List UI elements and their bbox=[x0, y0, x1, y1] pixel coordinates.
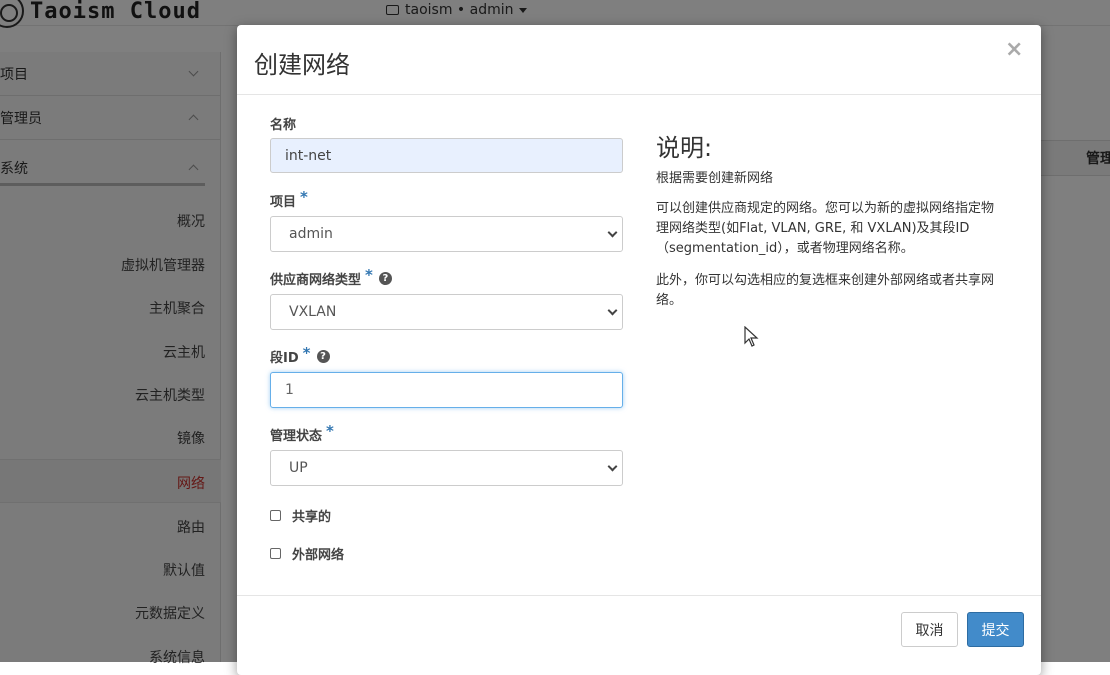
required-marker: * bbox=[300, 187, 308, 206]
external-checkbox-label[interactable]: 外部网络 bbox=[292, 544, 344, 563]
provider-type-label-text: 供应商网络类型 bbox=[270, 273, 362, 288]
chevron-down-icon bbox=[607, 305, 618, 316]
external-checkbox-row[interactable]: 外部网络 bbox=[270, 544, 344, 563]
shared-checkbox[interactable] bbox=[270, 510, 281, 521]
project-label-text: 项目 bbox=[270, 195, 297, 210]
description-paragraph-3: 此外，你可以勾选相应的复选框来创建外部网络或者共享网络。 bbox=[656, 273, 995, 308]
help-icon[interactable]: ? bbox=[378, 272, 392, 285]
segment-id-label-text: 段ID bbox=[270, 351, 299, 366]
help-icon[interactable]: ? bbox=[316, 350, 330, 363]
project-select-value: admin bbox=[289, 226, 333, 242]
admin-state-label: 管理状态 * bbox=[270, 421, 334, 445]
required-marker: * bbox=[326, 421, 334, 440]
project-select[interactable]: admin bbox=[270, 216, 623, 252]
name-label-text: 名称 bbox=[270, 118, 297, 133]
provider-type-select-value: VXLAN bbox=[289, 304, 337, 320]
external-checkbox[interactable] bbox=[270, 548, 281, 559]
modal-title: 创建网络 bbox=[254, 51, 350, 79]
modal-header: 创建网络 × bbox=[237, 25, 1041, 95]
description-paragraph-2: 可以创建供应商规定的网络。您可以为新的虚拟网络指定物理网络类型(如Flat, V… bbox=[656, 201, 995, 256]
chevron-down-icon bbox=[607, 461, 618, 472]
shared-checkbox-row[interactable]: 共享的 bbox=[270, 506, 331, 525]
required-marker: * bbox=[365, 265, 373, 284]
chevron-down-icon bbox=[607, 227, 618, 238]
provider-type-label: 供应商网络类型 * ? bbox=[270, 265, 392, 288]
project-label: 项目 * bbox=[270, 187, 308, 211]
admin-state-select-value: UP bbox=[289, 460, 308, 476]
segment-id-label: 段ID * ? bbox=[270, 343, 330, 366]
cancel-button[interactable]: 取消 bbox=[901, 612, 958, 647]
name-label: 名称 bbox=[270, 114, 296, 133]
create-network-modal: 创建网络 × 名称 int-net 项目 * admin 供应商网络类型 * ?… bbox=[237, 25, 1041, 675]
description-paragraph-1: 根据需要创建新网络 bbox=[656, 171, 774, 186]
description-title: 说明: bbox=[656, 134, 713, 162]
name-input[interactable]: int-net bbox=[270, 138, 623, 173]
shared-checkbox-label[interactable]: 共享的 bbox=[292, 506, 331, 525]
required-marker: * bbox=[302, 343, 311, 362]
submit-button[interactable]: 提交 bbox=[967, 612, 1024, 647]
admin-state-label-text: 管理状态 bbox=[270, 429, 323, 444]
admin-state-select[interactable]: UP bbox=[270, 450, 623, 486]
close-icon[interactable]: × bbox=[1005, 37, 1023, 62]
segment-id-input[interactable]: 1 bbox=[270, 372, 623, 408]
provider-type-select[interactable]: VXLAN bbox=[270, 294, 623, 330]
mouse-cursor-icon bbox=[744, 326, 759, 347]
